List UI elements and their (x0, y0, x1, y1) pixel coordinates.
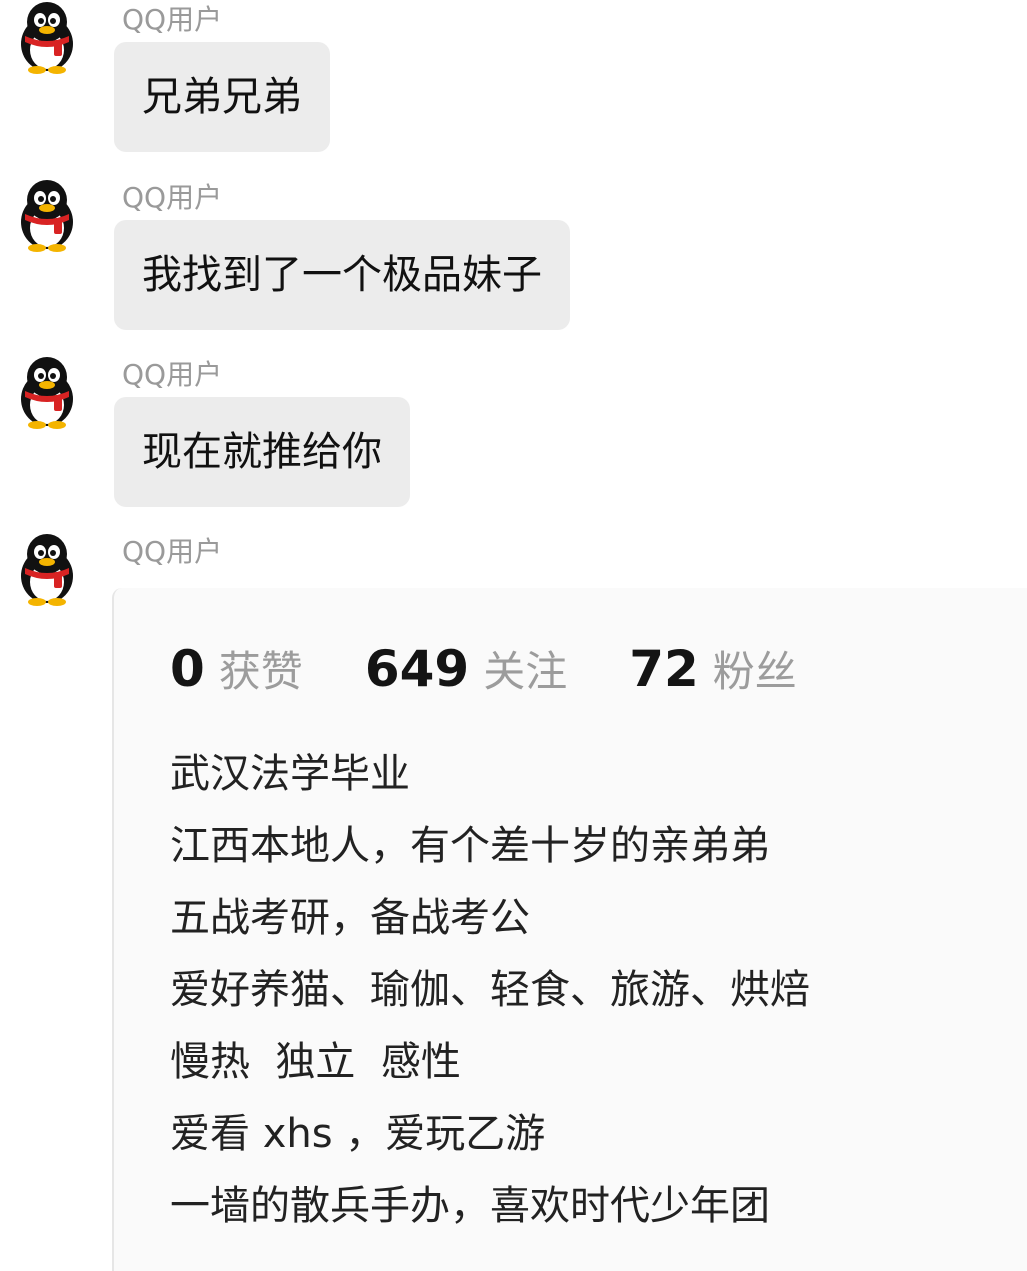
sender-name: QQ用户 (122, 181, 223, 214)
bio-line: 爱看 xhs ，爱玩乙游 (170, 1111, 546, 1157)
qq-penguin-avatar-icon[interactable] (10, 178, 84, 252)
stat-likes[interactable]: 0 获赞 (170, 638, 303, 699)
stat-followers[interactable]: 72 粉丝 (629, 638, 797, 699)
profile-stats: 0 获赞 649 关注 72 粉丝 (170, 638, 859, 698)
qq-penguin-avatar-icon[interactable] (10, 0, 84, 74)
qq-penguin-avatar-icon[interactable] (10, 355, 84, 429)
bio-line: 江西本地人，有个差十岁的亲弟弟 (170, 823, 770, 869)
sender-name: QQ用户 (122, 535, 223, 568)
profile-bio: 武汉法学毕业 江西本地人，有个差十岁的亲弟弟 五战考研，备战考公 爱好养猫、瑜伽… (170, 738, 810, 1242)
bio-line: 五战考研，备战考公 (170, 895, 530, 941)
bio-line: 一墙的散兵手办，喜欢时代少年团 (170, 1183, 770, 1229)
stat-label: 关注 (483, 647, 568, 696)
sender-name: QQ用户 (122, 3, 223, 36)
bio-line: 慢热 独立 感性 (170, 1039, 461, 1085)
stat-label: 粉丝 (712, 647, 797, 696)
stat-value: 649 (364, 640, 470, 698)
stat-following[interactable]: 649 关注 (365, 638, 567, 699)
message-bubble[interactable]: 我找到了一个极品妹子 (114, 220, 570, 330)
bio-line: 爱好养猫、瑜伽、轻食、旅游、烘焙 (170, 967, 810, 1013)
stat-value: 72 (629, 640, 699, 698)
stat-label: 获赞 (218, 647, 303, 696)
sender-name: QQ用户 (122, 358, 223, 391)
message-bubble[interactable]: 兄弟兄弟 (114, 42, 330, 152)
stat-value: 0 (170, 640, 205, 698)
bio-line: 武汉法学毕业 (170, 751, 410, 797)
qq-penguin-avatar-icon[interactable] (10, 532, 84, 606)
profile-card[interactable]: 0 获赞 649 关注 72 粉丝 武汉法学毕业 江西本地人，有个差十岁的亲弟弟… (112, 588, 1027, 1271)
message-bubble[interactable]: 现在就推给你 (114, 397, 410, 507)
